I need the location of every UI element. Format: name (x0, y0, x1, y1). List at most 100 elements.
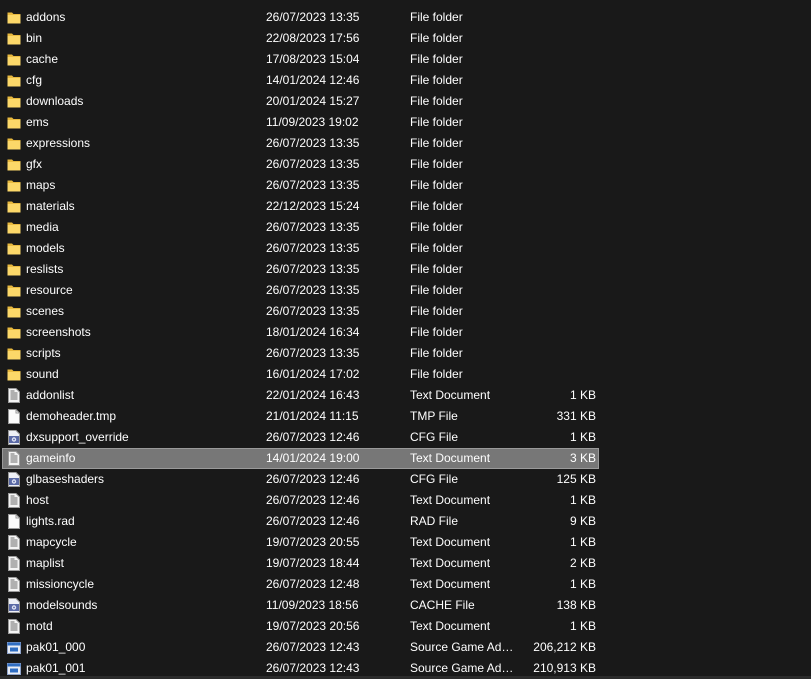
file-row[interactable]: gfx 26/07/2023 13:35 File folder (0, 154, 811, 175)
file-size: 125 KB (556, 472, 596, 486)
file-size: 2 KB (569, 556, 596, 570)
folder-icon (7, 136, 21, 151)
file-name: addonlist (26, 388, 75, 402)
text-document-icon (7, 388, 21, 403)
file-size: 1 KB (569, 535, 596, 549)
file-row[interactable]: models 26/07/2023 13:35 File folder (0, 238, 811, 259)
folder-icon (7, 220, 21, 235)
file-row[interactable]: maps 26/07/2023 13:35 File folder (0, 175, 811, 196)
file-name: addons (26, 10, 66, 24)
file-type: CACHE File (410, 598, 475, 612)
file-type: Text Document (410, 493, 491, 507)
file-row[interactable]: glbaseshaders 26/07/2023 12:46 CFG File 125… (0, 469, 811, 490)
file-type: File folder (410, 367, 463, 381)
file-size: 9 KB (569, 514, 596, 528)
file-date-modified: 26/07/2023 13:35 (266, 136, 360, 150)
file-row[interactable]: screenshots 18/01/2024 16:34 File folder (0, 322, 811, 343)
file-name: bin (26, 31, 43, 45)
file-date-modified: 19/07/2023 18:44 (266, 556, 360, 570)
file-row[interactable]: scenes 26/07/2023 13:35 File folder (0, 301, 811, 322)
file-name: resource (26, 283, 73, 297)
file-row[interactable]: missioncycle 26/07/2023 12:48 Text Documen… (0, 574, 811, 595)
file-row[interactable]: addonlist 22/01/2024 16:43 Text Document 1 … (0, 385, 811, 406)
text-document-icon (7, 451, 21, 466)
file-date-modified: 11/09/2023 19:02 (266, 115, 359, 129)
file-row[interactable]: addons 26/07/2023 13:35 File folder (0, 7, 811, 28)
blank-file-icon (7, 514, 21, 529)
file-row[interactable]: modelsounds 11/09/2023 18:56 CACHE File 138… (0, 595, 811, 616)
folder-icon (7, 73, 21, 88)
file-type: File folder (410, 115, 463, 129)
file-type: File folder (410, 283, 463, 297)
file-size: 206,212 KB (533, 640, 596, 654)
file-row[interactable]: pak01_000 26/07/2023 12:43 Source Game Add… (0, 637, 811, 658)
file-type: File folder (410, 304, 463, 318)
file-row[interactable]: motd 19/07/2023 20:56 Text Document 1 KB (0, 616, 811, 637)
file-name: maplist (26, 556, 65, 570)
config-file-icon (7, 472, 21, 487)
file-row[interactable]: bin 22/08/2023 17:56 File folder (0, 28, 811, 49)
file-name: expressions (26, 136, 91, 150)
file-name: demoheader.tmp (26, 409, 117, 423)
file-row[interactable]: expressions 26/07/2023 13:35 File folder (0, 133, 811, 154)
file-type: Text Document (410, 535, 491, 549)
file-list: addons 26/07/2023 13:35 File folder bin 22/0… (0, 7, 811, 679)
file-row[interactable]: resource 26/07/2023 13:35 File folder (0, 280, 811, 301)
file-row[interactable]: media 26/07/2023 13:35 File folder (0, 217, 811, 238)
file-name: mapcycle (26, 535, 77, 549)
file-name: gfx (26, 157, 43, 171)
folder-icon (7, 115, 21, 130)
file-row[interactable]: cfg 14/01/2024 12:46 File folder (0, 70, 811, 91)
file-date-modified: 21/01/2024 11:15 (266, 409, 359, 423)
file-name: screenshots (26, 325, 91, 339)
file-row[interactable]: dxsupport_override 26/07/2023 12:46 CFG Fi… (0, 427, 811, 448)
file-type: CFG File (410, 472, 458, 486)
file-type: File folder (410, 241, 463, 255)
source-package-icon (7, 661, 21, 676)
text-document-icon (7, 535, 21, 550)
file-date-modified: 22/12/2023 15:24 (266, 199, 360, 213)
text-document-icon (7, 493, 21, 508)
file-date-modified: 26/07/2023 12:43 (266, 640, 360, 654)
file-name: lights.rad (26, 514, 75, 528)
file-row[interactable]: lights.rad 26/07/2023 12:46 RAD File 9 KB (0, 511, 811, 532)
file-row[interactable]: ems 11/09/2023 19:02 File folder (0, 112, 811, 133)
file-date-modified: 26/07/2023 12:46 (266, 472, 360, 486)
file-row[interactable]: gameinfo 14/01/2024 19:00 Text Document 3 K… (0, 448, 811, 469)
file-date-modified: 14/01/2024 19:00 (266, 451, 360, 465)
file-row[interactable]: scripts 26/07/2023 13:35 File folder (0, 343, 811, 364)
file-size: 1 KB (569, 430, 596, 444)
file-row[interactable]: sound 16/01/2024 17:02 File folder (0, 364, 811, 385)
config-file-icon (7, 598, 21, 613)
folder-icon (7, 262, 21, 277)
file-row[interactable]: demoheader.tmp 21/01/2024 11:15 TMP File 33… (0, 406, 811, 427)
file-size: 1 KB (569, 577, 596, 591)
blank-file-icon (7, 409, 21, 424)
file-size: 1 KB (569, 388, 596, 402)
file-date-modified: 16/01/2024 17:02 (266, 367, 360, 381)
folder-icon (7, 94, 21, 109)
file-type: File folder (410, 346, 463, 360)
file-name: models (26, 241, 65, 255)
folder-icon (7, 31, 21, 46)
file-row[interactable]: materials 22/12/2023 15:24 File folder (0, 196, 811, 217)
file-type: Source Game Add... (410, 640, 518, 654)
file-date-modified: 19/07/2023 20:56 (266, 619, 360, 633)
folder-icon (7, 304, 21, 319)
file-row[interactable]: cache 17/08/2023 15:04 File folder (0, 49, 811, 70)
file-row[interactable]: host 26/07/2023 12:46 Text Document 1 KB (0, 490, 811, 511)
file-type: File folder (410, 220, 463, 234)
file-type: File folder (410, 157, 463, 171)
file-row[interactable]: downloads 20/01/2024 15:27 File folder (0, 91, 811, 112)
file-row[interactable]: reslists 26/07/2023 13:35 File folder (0, 259, 811, 280)
file-row[interactable]: maplist 19/07/2023 18:44 Text Document 2 KB (0, 553, 811, 574)
folder-icon (7, 325, 21, 340)
file-name: pak01_001 (26, 661, 86, 675)
file-date-modified: 19/07/2023 20:55 (266, 535, 360, 549)
text-document-icon (7, 619, 21, 634)
file-row[interactable]: mapcycle 19/07/2023 20:55 Text Document 1 K… (0, 532, 811, 553)
file-name: dxsupport_override (26, 430, 129, 444)
file-date-modified: 18/01/2024 16:34 (266, 325, 360, 339)
file-size: 210,913 KB (533, 661, 596, 675)
file-date-modified: 17/08/2023 15:04 (266, 52, 360, 66)
